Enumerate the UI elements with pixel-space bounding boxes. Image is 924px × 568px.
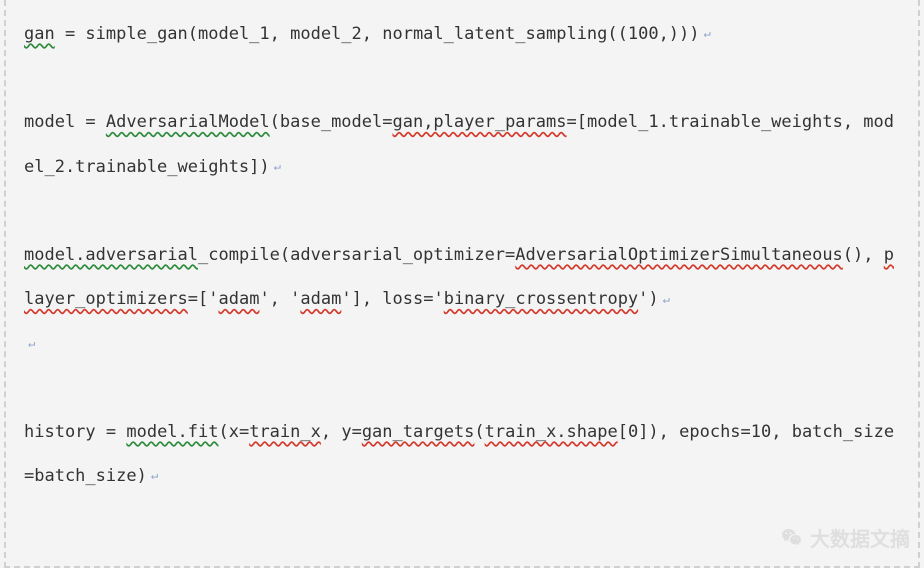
code-text: model.fit xyxy=(126,422,218,442)
code-text: binary_crossentropy xyxy=(444,289,638,309)
code-text: =[' xyxy=(188,289,219,309)
code-text: (x= xyxy=(218,422,249,442)
code-block: gan = simple_gan(model_1, model_2, norma… xyxy=(4,0,920,568)
code-text: _compile(adversarial_optimizer= xyxy=(198,245,515,265)
code-text: gan_targets xyxy=(362,422,475,442)
code-text: model = xyxy=(24,112,106,132)
code-text: '], loss=' xyxy=(341,289,443,309)
code-line-blank-3b xyxy=(24,366,900,410)
wechat-icon xyxy=(780,526,804,550)
code-text: train_x xyxy=(249,422,321,442)
newline-glyph: ↵ xyxy=(24,336,35,350)
code-text: ', ' xyxy=(259,289,300,309)
code-text: = simple_gan(model_1, model_2, normal_la… xyxy=(55,24,700,44)
code-text: history = xyxy=(24,422,126,442)
code-line-blank-2 xyxy=(24,189,900,233)
code-text: AdversarialModel xyxy=(106,112,270,132)
code-text: AdversarialOptimizerSimultaneous xyxy=(515,245,843,265)
code-text: adam xyxy=(218,289,259,309)
code-text: (base_model= xyxy=(270,112,393,132)
code-text: model.adversarial xyxy=(24,245,198,265)
newline-glyph: ↵ xyxy=(270,159,281,173)
newline-glyph: ↵ xyxy=(147,468,158,482)
code-line-blank-3a: ↵ xyxy=(24,321,900,365)
code-text: adam xyxy=(300,289,341,309)
code-text: ( xyxy=(474,422,484,442)
code-line-1: gan = simple_gan(model_1, model_2, norma… xyxy=(24,12,900,56)
code-text: (), xyxy=(843,245,884,265)
code-text: gan xyxy=(24,24,55,44)
code-text: train_x.shape xyxy=(485,422,618,442)
code-text: ') xyxy=(638,289,658,309)
code-line-2: model = AdversarialModel(base_model=gan,… xyxy=(24,100,900,188)
code-line-4: history = model.fit(x=train_x, y=gan_tar… xyxy=(24,410,900,498)
newline-glyph: ↵ xyxy=(700,26,711,40)
code-line-3: model.adversarial_compile(adversarial_op… xyxy=(24,233,900,321)
newline-glyph: ↵ xyxy=(659,292,670,306)
code-text: , y= xyxy=(321,422,362,442)
code-line-blank-1 xyxy=(24,56,900,100)
watermark: 大数据文摘 xyxy=(780,523,910,552)
code-text: gan,player_params xyxy=(392,112,566,132)
watermark-text: 大数据文摘 xyxy=(810,523,910,552)
